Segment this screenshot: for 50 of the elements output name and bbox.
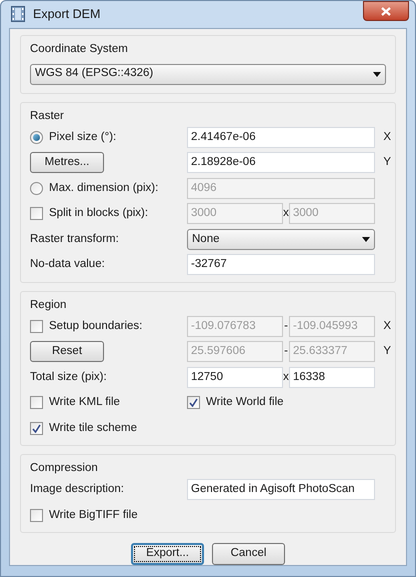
axis-label: X [382,318,391,334]
input-field[interactable]: 16338 [289,366,375,388]
field-label: Total size (pix): [30,370,108,385]
group-title: Compression [30,461,99,476]
dropdown-arrow-icon [373,72,381,76]
group-title: Region [30,298,68,312]
checkbox[interactable] [30,508,43,522]
field-label: No-data value: [30,257,106,272]
checkbox[interactable] [30,320,43,333]
separator-text: x [283,206,289,222]
radio-button[interactable] [30,182,43,195]
checkbox-label: Split in blocks (pix): [49,206,148,222]
input-field[interactable]: -32767 [187,254,375,276]
window-title: Export DEM [33,6,100,23]
checkbox[interactable] [30,396,43,410]
input-field[interactable]: 12750 [187,366,283,388]
input-field[interactable]: 2.18928e-06 [187,152,375,174]
button[interactable]: Metres... [30,152,104,174]
checkbox-label: Write World file [206,395,284,410]
checkbox-label: Write KML file [49,395,120,410]
group-title: Coordinate System [30,42,129,56]
button[interactable]: Export... [131,543,204,565]
checkbox[interactable] [30,422,43,435]
checkbox-label: Setup boundaries: [49,318,142,334]
button[interactable]: Cancel [212,543,285,565]
checkbox-label: Write tile scheme [49,420,137,436]
dropdown-arrow-icon [362,236,370,242]
close-icon [381,6,391,16]
close-button[interactable] [363,1,409,21]
checkbox[interactable] [187,396,200,410]
input-field[interactable]: 2.41467e-06 [187,126,375,148]
checkbox-label: Write BigTIFF file [49,508,138,523]
separator-text: - [283,318,289,334]
group-title: Raster [30,108,65,124]
button[interactable]: Reset [30,341,104,362]
input-field[interactable]: Generated in Agisoft PhotoScan [187,479,375,500]
radio-label: Pixel size (°): [49,130,116,145]
checkbox[interactable] [30,207,43,220]
field-label: Raster transform: [30,232,120,247]
separator-text: - [283,344,289,360]
axis-label: X [382,130,391,145]
film-strip-icon [11,6,25,22]
dropdown[interactable]: None [187,228,375,250]
radio-label: Max. dimension (pix): [49,180,158,196]
coordinate-system-dropdown[interactable]: WGS 84 (EPSG::4326) [30,64,386,84]
axis-label: Y [382,344,391,360]
axis-label: Y [382,155,391,170]
field-label: Image description: [30,482,125,498]
separator-text: x [283,370,289,385]
radio-button[interactable] [30,130,43,144]
